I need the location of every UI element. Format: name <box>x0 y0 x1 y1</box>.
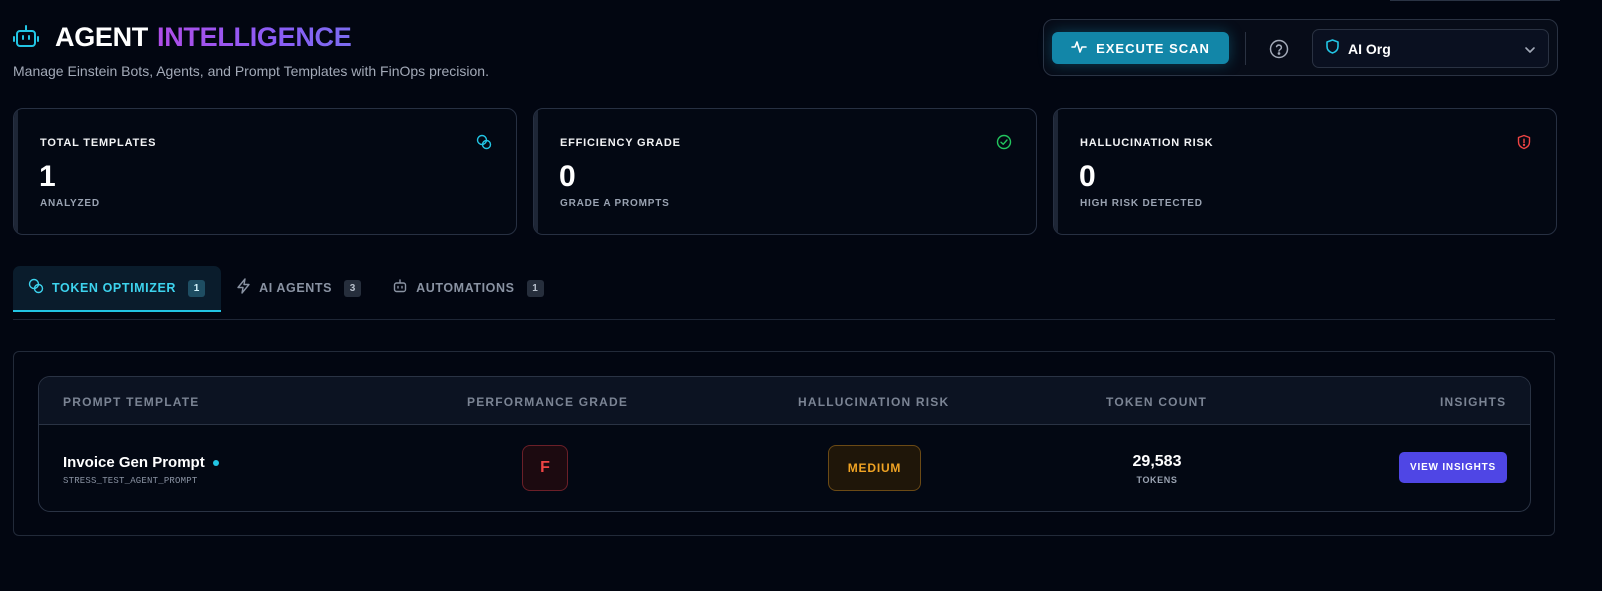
org-selector[interactable]: AI Org <box>1312 29 1549 68</box>
title-intelligence: INTELLIGENCE <box>157 21 352 52</box>
stat-sublabel: HIGH RISK DETECTED <box>1080 198 1203 209</box>
token-unit: TOKENS <box>1136 475 1178 485</box>
column-header-token-count: TOKEN COUNT <box>1106 395 1207 409</box>
stat-card-total-templates: TOTAL TEMPLATES 1 ANALYZED <box>13 108 517 235</box>
stat-label: TOTAL TEMPLATES <box>40 137 157 149</box>
template-name: Invoice Gen Prompt <box>63 454 219 471</box>
tab-label: TOKEN OPTIMIZER <box>52 281 177 295</box>
stat-value: 1 <box>39 160 56 193</box>
tab-label: AI AGENTS <box>259 281 333 295</box>
stat-card-hallucination-risk: HALLUCINATION RISK 0 HIGH RISK DETECTED <box>1053 108 1557 235</box>
hallucination-risk-badge: MEDIUM <box>828 445 921 491</box>
bolt-icon <box>236 277 251 299</box>
tab-automations[interactable]: AUTOMATIONS 1 <box>377 266 560 310</box>
header-controls: EXECUTE SCAN AI Org <box>1043 19 1558 76</box>
tab-ai-agents[interactable]: AI AGENTS 3 <box>221 266 377 310</box>
template-api-name: STRESS_TEST_AGENT_PROMPT <box>63 476 198 486</box>
stat-value: 0 <box>1079 160 1096 193</box>
table-header: PROMPT TEMPLATE PERFORMANCE GRADE HALLUC… <box>39 377 1530 425</box>
column-header-insights: INSIGHTS <box>1440 395 1507 409</box>
template-name-text: Invoice Gen Prompt <box>63 454 205 471</box>
tab-count-badge: 3 <box>344 279 362 297</box>
execute-scan-label: EXECUTE SCAN <box>1096 40 1210 56</box>
tab-label: AUTOMATIONS <box>416 281 515 295</box>
stat-sublabel: ANALYZED <box>40 198 100 209</box>
stat-label: EFFICIENCY GRADE <box>560 137 681 149</box>
execute-scan-button[interactable]: EXECUTE SCAN <box>1052 32 1229 64</box>
status-dot <box>212 459 219 466</box>
shield-icon <box>1326 38 1339 59</box>
check-circle-icon <box>996 134 1012 150</box>
bot-icon <box>392 278 408 299</box>
activity-icon <box>1071 40 1087 57</box>
stat-value: 0 <box>559 160 576 193</box>
tab-count-badge: 1 <box>526 279 544 297</box>
chevron-down-icon <box>1524 43 1536 61</box>
stat-label: HALLUCINATION RISK <box>1080 137 1214 149</box>
top-hairline <box>1390 0 1560 1</box>
page-header: AGENT INTELLIGENCE Manage Einstein Bots,… <box>13 22 489 79</box>
page-title: AGENT INTELLIGENCE <box>13 22 489 52</box>
coins-icon <box>28 278 44 299</box>
content-panel: PROMPT TEMPLATE PERFORMANCE GRADE HALLUC… <box>13 351 1555 536</box>
token-count: 29,583 <box>1132 453 1182 470</box>
table-row: Invoice Gen Prompt STRESS_TEST_AGENT_PRO… <box>39 425 1530 511</box>
performance-grade-badge: F <box>522 445 568 491</box>
view-insights-button[interactable]: VIEW INSIGHTS <box>1399 452 1507 483</box>
stat-card-efficiency-grade: EFFICIENCY GRADE 0 GRADE A PROMPTS <box>533 108 1037 235</box>
page-subtitle: Manage Einstein Bots, Agents, and Prompt… <box>13 63 489 79</box>
tab-bar: TOKEN OPTIMIZER 1 AI AGENTS 3 AUTOMATION… <box>13 266 560 312</box>
tab-bar-divider <box>13 319 1555 320</box>
coins-icon <box>476 134 492 150</box>
org-selector-value: AI Org <box>1348 40 1391 57</box>
column-header-hallucination-risk: HALLUCINATION RISK <box>798 395 950 409</box>
robot-icon <box>13 23 41 51</box>
column-header-prompt-template: PROMPT TEMPLATE <box>63 395 200 409</box>
stat-sublabel: GRADE A PROMPTS <box>560 198 670 209</box>
prompt-template-table: PROMPT TEMPLATE PERFORMANCE GRADE HALLUC… <box>38 376 1531 512</box>
column-header-performance-grade: PERFORMANCE GRADE <box>467 395 629 409</box>
help-icon[interactable] <box>1268 38 1290 60</box>
tab-token-optimizer[interactable]: TOKEN OPTIMIZER 1 <box>13 266 222 312</box>
title-agent: AGENT <box>55 21 149 52</box>
tab-count-badge: 1 <box>188 279 206 297</box>
header-divider <box>1245 32 1246 65</box>
alert-shield-icon <box>1516 134 1532 150</box>
